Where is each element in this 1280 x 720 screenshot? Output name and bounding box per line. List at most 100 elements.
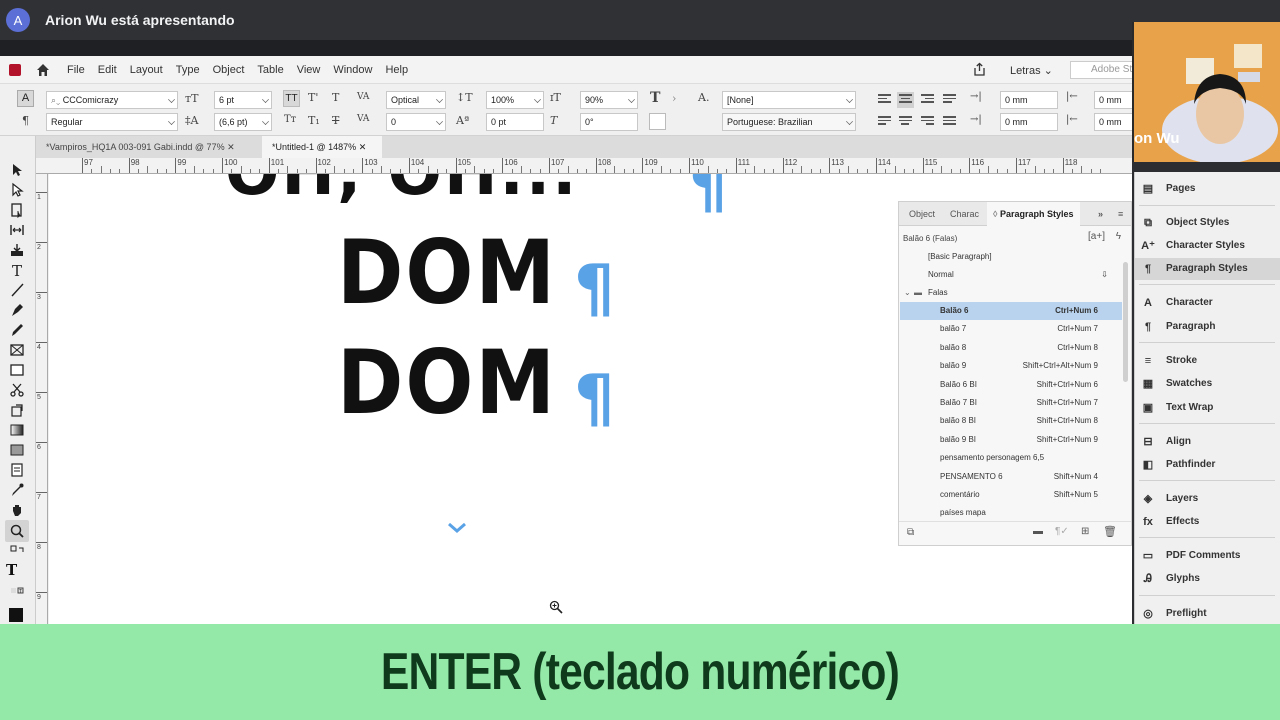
panel-collapse-icon[interactable]: » [1098, 202, 1103, 226]
dock-item-preflight[interactable]: ◎ Preflight [1135, 603, 1280, 625]
align-left-icon[interactable] [878, 94, 891, 106]
align-towards-spine-icon[interactable] [943, 94, 956, 106]
justify-right-icon[interactable] [921, 116, 934, 128]
new-style-icon[interactable]: ⊞ [1081, 526, 1089, 537]
pen-tool-icon[interactable] [9, 302, 25, 318]
page-tool-icon[interactable] [9, 202, 25, 218]
left-indent-field[interactable]: 0 mm [1000, 91, 1058, 109]
hand-tool-icon[interactable] [9, 502, 25, 518]
zoom-tool-icon[interactable] [9, 523, 25, 539]
text-line-dom-2[interactable]: DOM [337, 331, 557, 433]
text-fill-icon[interactable]: T [650, 90, 660, 106]
menu-object[interactable]: Object [213, 64, 245, 76]
dock-item-paragraph-styles[interactable]: ¶ Paragraph Styles [1135, 258, 1280, 280]
content-collector-icon[interactable] [9, 242, 25, 258]
dock-item-effects[interactable]: fx Effects [1135, 511, 1280, 533]
dock-item-character[interactable]: A Character [1135, 292, 1280, 314]
home-icon[interactable] [35, 62, 51, 78]
gradient-swatch-tool-icon[interactable] [9, 422, 25, 438]
rectangle-tool-icon[interactable] [9, 362, 25, 378]
style-override-icon[interactable]: ⧉ [907, 527, 914, 538]
style-row[interactable]: balão 7 Ctrl+Num 7 [900, 320, 1122, 338]
style-row[interactable]: Balão 6 BI Shift+Ctrl+Num 6 [900, 376, 1122, 394]
share-icon[interactable] [972, 62, 987, 77]
dock-item-stroke[interactable]: ≡ Stroke [1135, 350, 1280, 372]
menu-help[interactable]: Help [385, 64, 408, 76]
leading-field[interactable]: (6,6 pt) [214, 113, 272, 131]
all-caps-button[interactable]: TT [283, 90, 300, 107]
formatting-affects-text-icon[interactable]: T [4, 560, 22, 578]
close-icon[interactable]: ✕ [359, 142, 367, 152]
panel-menu-icon[interactable]: ≡ [1118, 202, 1123, 226]
dock-item-pdf-comments[interactable]: ▭ PDF Comments [1135, 545, 1280, 567]
character-mode-icon[interactable]: A [17, 90, 34, 107]
tab-untitled-document[interactable]: *Untitled-1 @ 1487% ✕ [262, 136, 382, 158]
tracking-field[interactable]: 0 [386, 113, 446, 131]
horizontal-scale-field[interactable]: 90% [580, 91, 638, 109]
scissors-tool-icon[interactable] [9, 382, 25, 398]
language-field[interactable]: Portuguese: Brazilian [722, 113, 856, 131]
align-center-icon[interactable] [897, 92, 914, 108]
skew-field[interactable]: 0° [580, 113, 638, 131]
new-group-folder-icon[interactable]: ▬ [1033, 526, 1043, 537]
style-row[interactable]: Balão 7 BI Shift+Ctrl+Num 7 [900, 394, 1122, 412]
eyedropper-tool-icon[interactable] [9, 482, 25, 498]
adobe-stock-search[interactable]: Adobe Sto [1070, 61, 1132, 79]
style-row[interactable]: Balão 6 Ctrl+Num 6 [900, 302, 1122, 320]
style-row-normal[interactable]: Normal ⇩ [900, 266, 1122, 284]
paragraph-mode-icon[interactable]: ¶ [22, 114, 29, 127]
gap-tool-icon[interactable] [9, 222, 25, 238]
menu-edit[interactable]: Edit [98, 64, 117, 76]
first-line-indent-field[interactable]: 0 mm [1000, 113, 1058, 131]
dock-item-pages[interactable]: ▤ Pages [1135, 178, 1280, 200]
panel-scrollbar[interactable] [1123, 262, 1128, 382]
normal-view-icon[interactable]: T [9, 586, 25, 602]
text-line-oh-oh[interactable]: OH, OH... [225, 174, 578, 210]
screen-mode-icon[interactable] [9, 608, 23, 622]
style-row[interactable]: balão 8 BI Shift+Ctrl+Num 8 [900, 412, 1122, 430]
justify-left-icon[interactable] [878, 116, 891, 128]
line-tool-icon[interactable] [9, 282, 25, 298]
character-style-field[interactable]: [None] [722, 91, 856, 109]
font-family-field[interactable]: ⌕⌄ CCComicrazy [46, 91, 178, 109]
underline-button[interactable]: T [332, 91, 339, 104]
style-row[interactable]: balão 9 BI Shift+Ctrl+Num 9 [900, 431, 1122, 449]
small-caps-button[interactable]: Tт [284, 114, 296, 125]
strikethrough-button[interactable]: T [332, 114, 339, 127]
expand-arrow-icon[interactable]: › [672, 92, 676, 105]
tab-character-styles[interactable]: Charac [950, 202, 979, 226]
dock-item-glyphs[interactable]: Ꭿ Glyphs [1135, 568, 1280, 590]
style-row[interactable]: países mapa [900, 504, 1122, 522]
note-tool-icon[interactable] [9, 462, 25, 478]
menu-view[interactable]: View [297, 64, 321, 76]
justify-all-icon[interactable] [943, 116, 956, 128]
clear-overrides-footer-icon[interactable]: ¶✓ [1055, 526, 1069, 537]
justify-center-icon[interactable] [899, 116, 912, 128]
dock-item-character-styles[interactable]: A⁺ Character Styles [1135, 235, 1280, 257]
swap-fill-stroke-icon[interactable] [9, 544, 25, 560]
dock-item-pathfinder[interactable]: ◧ Pathfinder [1135, 454, 1280, 476]
style-row[interactable]: balão 9 Shift+Ctrl+Alt+Num 9 [900, 357, 1122, 375]
menu-layout[interactable]: Layout [130, 64, 163, 76]
dock-item-object-styles[interactable]: ⧉ Object Styles [1135, 212, 1280, 234]
menu-file[interactable]: File [67, 64, 85, 76]
text-line-dom-1[interactable]: DOM [337, 221, 557, 323]
trash-icon[interactable]: 🗑 [1103, 525, 1117, 538]
menu-table[interactable]: Table [257, 64, 283, 76]
dock-item-align[interactable]: ⊟ Align [1135, 431, 1280, 453]
dock-item-swatches[interactable]: ▦ Swatches [1135, 373, 1280, 395]
style-row-basic[interactable]: [Basic Paragraph] [900, 248, 1122, 266]
gradient-feather-tool-icon[interactable] [9, 442, 25, 458]
tab-object-styles[interactable]: Object [909, 202, 935, 226]
style-row[interactable]: balão 8 Ctrl+Num 8 [900, 339, 1122, 357]
font-size-field[interactable]: 6 pt [214, 91, 272, 109]
last-line-indent-field[interactable]: 0 mm [1094, 113, 1132, 131]
superscript-button[interactable]: T' [308, 91, 318, 104]
style-group-falas[interactable]: ⌄ ▬ Falas [900, 284, 1122, 302]
clear-overrides-icon[interactable]: ϟ [1116, 231, 1121, 242]
pencil-tool-icon[interactable] [9, 322, 25, 338]
baseline-shift-field[interactable]: 0 pt [486, 113, 544, 131]
tab-paragraph-styles[interactable]: ◊ Paragraph Styles [987, 202, 1080, 226]
menu-window[interactable]: Window [333, 64, 372, 76]
stroke-swatch[interactable] [649, 113, 666, 130]
